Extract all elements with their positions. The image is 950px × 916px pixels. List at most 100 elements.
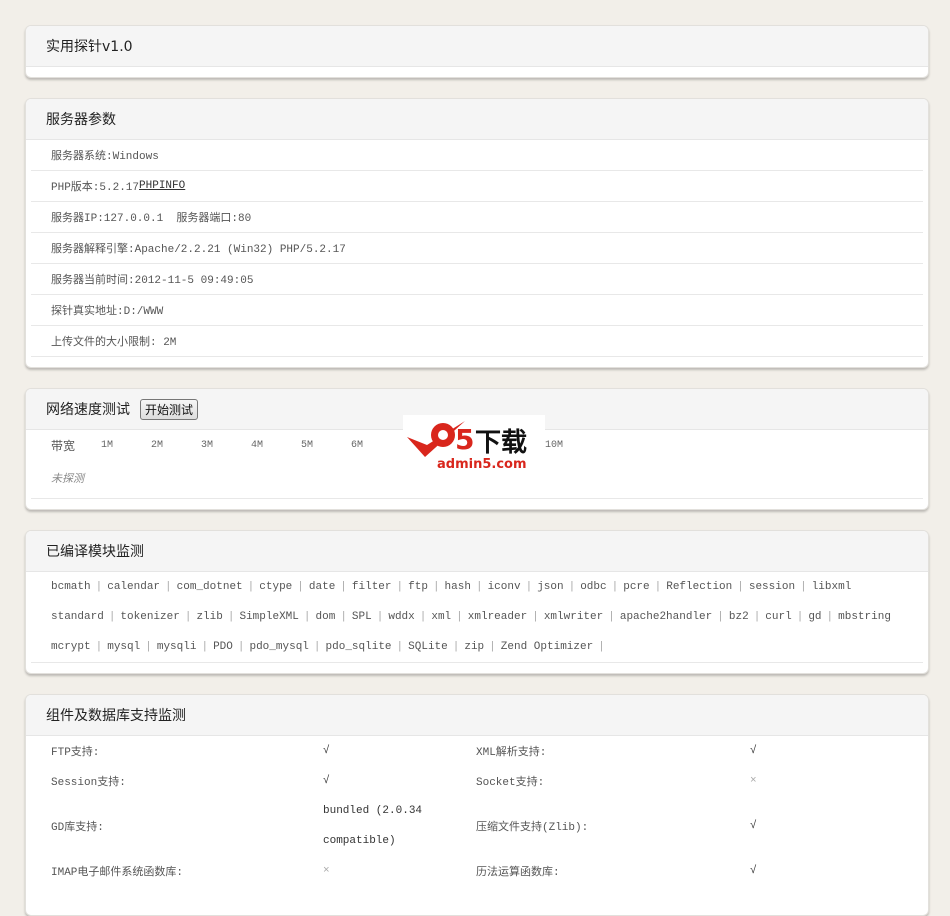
svg-text:admin5.com: admin5.com (437, 457, 527, 471)
separator: | (184, 611, 192, 623)
components-table: FTP支持: √ XML解析支持: √ Session支持: √ Socket支持: × GD库… (51, 736, 923, 886)
separator: | (525, 581, 533, 593)
watermark-logo: 5 下载 admin5.com (403, 415, 545, 472)
module-item: mysql (107, 641, 141, 653)
module-item: mcrypt (51, 641, 91, 653)
upload-text: 上传文件的大小限制: 2M (51, 337, 177, 349)
module-item: mysqli (156, 641, 197, 653)
row-upload: 上传文件的大小限制: 2M (31, 326, 923, 357)
module-line: standard | tokenizer | zlib | SimpleXML | dom | SP… (51, 602, 903, 632)
row-php: PHP版本:5.2.17 PHPINFO (31, 171, 923, 202)
separator: | (201, 641, 209, 653)
module-item: calendar (107, 581, 161, 593)
component-label: 压缩文件支持(Zlib): (476, 822, 589, 834)
tick: 1M (101, 439, 114, 451)
title-panel: 实用探针v1.0 (25, 25, 929, 78)
separator: | (419, 611, 427, 623)
separator: | (753, 611, 761, 623)
bandwidth-label: 带宽 (51, 438, 76, 453)
module-item: hash (444, 581, 471, 593)
tick: 4M (251, 439, 264, 451)
phpinfo-link[interactable]: PHPINFO (139, 180, 185, 192)
module-item: SQLite (408, 641, 448, 653)
separator: | (227, 611, 235, 623)
separator: | (608, 611, 615, 623)
app-title: 实用探针v1.0 (26, 26, 928, 67)
module-item: Zend Optimizer (500, 641, 594, 653)
separator: | (396, 641, 404, 653)
separator: | (340, 581, 347, 593)
row-engine: 服务器解释引擎:Apache/2.2.21 (Win32) PHP/5.2.17 (31, 233, 923, 264)
tick: 6M (351, 439, 364, 451)
component-row: IMAP电子邮件系统函数库: × 历法运算函数库: √ (51, 856, 923, 886)
ip-text: 服务器IP:127.0.0.1 服务器端口:80 (51, 213, 252, 225)
row-os: 服务器系统:Windows (31, 140, 923, 171)
support-status: √ (750, 745, 757, 757)
tick: 10M (545, 439, 564, 451)
module-line: bcmath | calendar | com_dotnet | ctype | date | fi… (51, 572, 903, 602)
module-item: xmlreader (467, 611, 528, 623)
separator: | (313, 641, 321, 653)
separator: | (475, 581, 483, 593)
separator: | (145, 641, 152, 653)
support-status: √ (750, 820, 757, 832)
module-item: curl (765, 611, 792, 623)
module-item: gd (808, 611, 822, 623)
separator: | (717, 611, 724, 623)
path-text: 探针真实地址:D:/WWW (51, 306, 164, 318)
separator: | (489, 641, 496, 653)
module-item: ftp (408, 581, 428, 593)
separator: | (737, 581, 744, 593)
module-item: zlib (196, 611, 223, 623)
module-item: iconv (487, 581, 521, 593)
support-status: √ (750, 865, 757, 877)
component-label: XML解析支持: (476, 747, 547, 759)
module-item: xml (431, 611, 452, 623)
start-test-button[interactable]: 开始测试 (140, 398, 199, 420)
svg-text:5: 5 (455, 423, 474, 456)
row-path: 探针真实地址:D:/WWW (31, 295, 923, 326)
module-item: wddx (388, 611, 415, 623)
network-title: 网络速度测试 (46, 402, 130, 418)
separator: | (598, 641, 605, 653)
separator: | (108, 611, 116, 623)
separator: | (432, 581, 440, 593)
separator: | (456, 611, 463, 623)
module-item: bcmath (51, 581, 91, 593)
component-label: IMAP电子邮件系统函数库: (51, 867, 184, 879)
engine-text: 服务器解释引擎:Apache/2.2.21 (Win32) PHP/5.2.17 (51, 244, 346, 256)
module-item: tokenizer (120, 611, 180, 623)
tick: 5M (301, 439, 314, 451)
module-item: session (748, 581, 796, 593)
components-title: 组件及数据库支持监测 (26, 695, 928, 736)
separator: | (826, 611, 834, 623)
time-text: 服务器当前时间:2012-11-5 09:49:05 (51, 275, 254, 287)
support-status: √ (323, 745, 330, 757)
support-status: × (750, 775, 757, 787)
module-item: pcre (623, 581, 650, 593)
separator: | (568, 581, 576, 593)
module-item: SimpleXML (239, 611, 299, 623)
svg-text:下载: 下载 (475, 428, 527, 458)
separator: | (376, 611, 384, 623)
server-params-panel: 服务器参数 服务器系统:Windows PHP版本:5.2.17 PHPINFO … (25, 98, 929, 368)
module-item: SPL (351, 611, 372, 623)
component-row: FTP支持: √ XML解析支持: √ (51, 736, 923, 766)
module-item: pdo_sqlite (325, 641, 392, 653)
module-list: bcmath | calendar | com_dotnet | ctype | date | fi… (31, 572, 923, 663)
separator: | (297, 581, 304, 593)
module-item: PDO (213, 641, 233, 653)
module-item: mbstring (838, 611, 891, 623)
component-row: GD库支持: bundled (2.0.34 compatible) 压缩文件支持(… (51, 796, 923, 856)
component-label: Session支持: (51, 777, 126, 789)
separator: | (796, 611, 804, 623)
modules-panel: 已编译模块监测 bcmath | calendar | com_dotnet | ctype… (25, 530, 929, 674)
module-item: dom (315, 611, 336, 623)
module-item: libxml (811, 581, 852, 593)
module-line: mcrypt | mysql | mysqli | PDO | pdo_mysql | pdo_sq… (51, 632, 903, 662)
module-item: bz2 (728, 611, 749, 623)
support-status: √ (323, 775, 330, 787)
module-item: filter (351, 581, 392, 593)
module-item: xmlwriter (543, 611, 604, 623)
separator: | (396, 581, 404, 593)
